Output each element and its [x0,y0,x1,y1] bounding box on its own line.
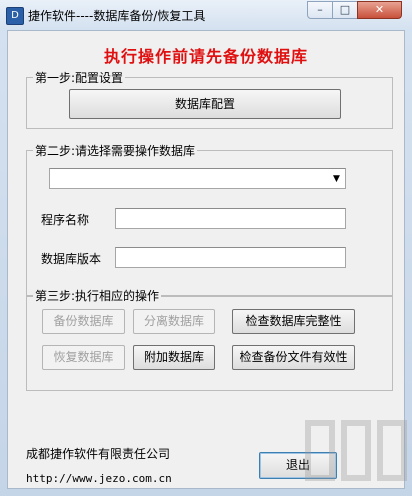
step2-group: 第二步:请选择需要操作数据库 ▼ 程序名称 数据库版本 [26,142,393,297]
check-integrity-button[interactable]: 检查数据库完整性 [232,309,355,334]
company-name: 成都捷作软件有限责任公司 [26,447,171,461]
window-frame-left [0,30,7,496]
warning-headline: 执行操作前请先备份数据库 [103,47,308,66]
database-select[interactable]: ▼ [49,168,346,189]
database-config-button[interactable]: 数据库配置 [69,89,341,119]
maximize-button[interactable]: □ [332,1,358,19]
backup-database-button[interactable]: 备份数据库 [42,309,125,334]
restore-database-button[interactable]: 恢复数据库 [42,345,125,370]
client-area: 执行操作前请先备份数据库 第一步:配置设置 数据库配置 第二步:请选择需要操作数… [7,30,407,489]
db-version-field[interactable] [115,247,346,268]
db-version-label: 数据库版本 [41,252,102,266]
check-backup-button[interactable]: 检查备份文件有效性 [232,345,355,370]
minimize-button[interactable]: – [307,1,333,19]
step1-group: 第一步:配置设置 数据库配置 [26,69,393,129]
detach-database-button[interactable]: 分离数据库 [133,309,215,334]
title-bar[interactable]: D 捷作软件----数据库备份/恢复工具 – □ ✕ [0,0,412,31]
app-database-icon: D [6,7,24,25]
step3-label: 第三步:执行相应的操作 [33,287,162,304]
step1-label: 第一步:配置设置 [33,69,126,86]
step2-label: 第二步:请选择需要操作数据库 [33,142,198,159]
window-frame-bottom [0,489,412,496]
close-button[interactable]: ✕ [357,1,402,19]
chevron-down-icon[interactable]: ▼ [328,169,345,188]
attach-database-button[interactable]: 附加数据库 [133,345,215,370]
program-name-field[interactable] [115,208,346,229]
window-title: 捷作软件----数据库备份/恢复工具 [28,9,206,23]
step3-group: 第三步:执行相应的操作 备份数据库 分离数据库 检查数据库完整性 恢复数据库 附… [26,287,393,391]
program-name-label: 程序名称 [41,213,90,227]
company-url: http://www.jezo.com.cn [26,472,172,485]
watermark-logo [305,420,407,481]
